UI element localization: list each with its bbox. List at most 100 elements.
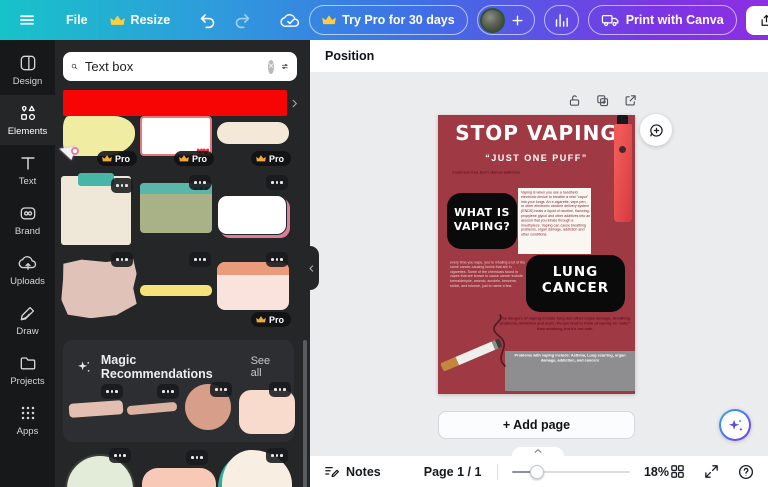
zoom-slider-thumb[interactable] [530, 464, 545, 479]
share-button[interactable]: Share [745, 5, 768, 35]
add-page-button[interactable]: + Add page [438, 411, 635, 439]
search-icon [71, 63, 78, 70]
duplicate-page-button[interactable] [595, 93, 610, 108]
fullscreen-button[interactable] [703, 463, 720, 480]
more-options-button[interactable] [210, 382, 232, 397]
poster-dangers-text: The dangers of vaping include lung and o… [499, 317, 631, 331]
pro-badge: Pro [251, 312, 292, 327]
more-options-button[interactable] [111, 178, 133, 193]
zoom-level: 18% [643, 464, 669, 479]
magic-sparkle-icon [77, 361, 90, 372]
status-bar: Notes Page 1 / 1 18% [310, 456, 768, 487]
elements-panel: × ♥♥ Pro Pro Pro Pro [55, 40, 310, 487]
chevron-up-icon [534, 449, 542, 453]
scroll-right-button[interactable] [286, 90, 302, 116]
fullscreen-icon [705, 465, 718, 478]
clear-search-icon[interactable]: × [267, 59, 275, 74]
main-area: Position STOP VAPING “JUST ONE PUFF” Cou… [310, 40, 768, 487]
grid-view-button[interactable] [669, 463, 686, 480]
clipboard-clip [78, 173, 114, 186]
divider [497, 463, 499, 480]
top-bar: File Resize Try Pro for 30 days Print wi… [0, 0, 768, 40]
chevron-right-icon [292, 99, 297, 107]
collapse-panel-button[interactable] [304, 246, 319, 290]
canvas-toolbar: Position [310, 40, 768, 72]
undo-icon [200, 13, 215, 28]
vape-pen-illustration [614, 124, 632, 222]
panel-scrollbar[interactable] [303, 340, 307, 487]
more-options-button[interactable] [266, 252, 288, 267]
plus-icon [512, 14, 523, 26]
element-thumb-brush-stroke[interactable] [68, 400, 124, 418]
sidebar-item-text[interactable]: Text [0, 145, 55, 195]
undo-button[interactable] [190, 5, 225, 36]
elements-icon [20, 105, 35, 121]
sidebar-item-design[interactable]: Design [0, 45, 55, 95]
share-icon [761, 14, 768, 26]
magic-assistant-button[interactable] [719, 409, 751, 441]
sidebar-item-brand[interactable]: Brand [0, 195, 55, 245]
position-button[interactable]: Position [316, 43, 383, 69]
notes-button[interactable]: Notes [323, 463, 381, 480]
more-options-button[interactable] [186, 450, 208, 465]
element-thumb-heart-note[interactable]: ♥♥ [140, 116, 212, 158]
element-thumb-white-card[interactable] [217, 195, 287, 235]
sidebar-item-elements[interactable]: Elements [0, 95, 55, 145]
more-options-button[interactable] [157, 384, 179, 399]
insights-button[interactable] [543, 5, 579, 35]
more-options-button[interactable] [101, 384, 123, 399]
see-all-link[interactable]: See all [251, 355, 282, 379]
crown-icon [102, 155, 112, 162]
more-options-button[interactable] [111, 252, 133, 267]
sidebar-item-apps[interactable]: Apps [0, 395, 55, 445]
account-menu[interactable] [476, 5, 535, 35]
more-options-button[interactable] [266, 448, 288, 463]
poster-subtitle: “JUST ONE PUFF” [485, 153, 588, 163]
uploads-icon [18, 256, 36, 270]
more-options-button[interactable] [189, 175, 211, 190]
more-options-button[interactable] [189, 252, 211, 267]
page-actions [567, 93, 638, 108]
element-thumb-brush-stroke[interactable] [126, 401, 178, 416]
canvas[interactable]: STOP VAPING “JUST ONE PUFF” Could end it… [310, 72, 768, 456]
red-element-banner[interactable] [63, 90, 287, 116]
duplicate-icon [597, 95, 609, 107]
projects-icon [20, 357, 35, 370]
element-thumb-sticky-note[interactable] [57, 116, 135, 160]
filter-icon[interactable] [281, 58, 289, 75]
poster-page[interactable]: STOP VAPING “JUST ONE PUFF” Could end it… [438, 115, 635, 394]
more-options-button[interactable] [269, 382, 291, 397]
comment-button[interactable] [640, 114, 672, 146]
more-options-button[interactable] [109, 448, 131, 463]
element-thumb-pink-card[interactable] [217, 262, 289, 310]
print-with-canva-button[interactable]: Print with Canva [587, 5, 737, 35]
pages-drawer-handle[interactable] [512, 447, 564, 456]
element-thumb-salmon-rect[interactable] [142, 468, 216, 487]
sidebar-item-uploads[interactable]: Uploads [0, 245, 55, 295]
crown-icon [256, 316, 266, 323]
avatar [479, 7, 505, 33]
export-page-button[interactable] [623, 93, 638, 108]
element-thumb-window[interactable] [140, 183, 212, 233]
resize-button[interactable]: Resize [102, 7, 179, 33]
search-input[interactable] [84, 59, 261, 74]
lock-button[interactable] [567, 93, 582, 108]
main-menu-button[interactable] [10, 5, 44, 35]
truck-icon [601, 14, 619, 27]
canva-editor: File Resize Try Pro for 30 days Print wi… [0, 0, 768, 487]
element-thumb-highlight-bar[interactable] [140, 285, 212, 296]
poster-lung-cancer-blob: LUNG CANCER [526, 255, 625, 312]
file-menu-button[interactable]: File [58, 7, 96, 33]
sidebar-item-draw[interactable]: Draw [0, 295, 55, 345]
zoom-slider[interactable] [512, 464, 630, 479]
sidebar-item-projects[interactable]: Projects [0, 345, 55, 395]
brand-icon [20, 207, 35, 220]
try-pro-button[interactable]: Try Pro for 30 days [309, 5, 468, 35]
save-status-button[interactable] [272, 4, 309, 37]
help-button[interactable] [737, 463, 755, 481]
more-options-button[interactable] [266, 175, 288, 190]
element-thumb-cream-bar[interactable] [217, 122, 289, 144]
poster-title: STOP VAPING [455, 121, 618, 145]
crown-icon [322, 15, 336, 25]
redo-button[interactable] [225, 5, 260, 36]
